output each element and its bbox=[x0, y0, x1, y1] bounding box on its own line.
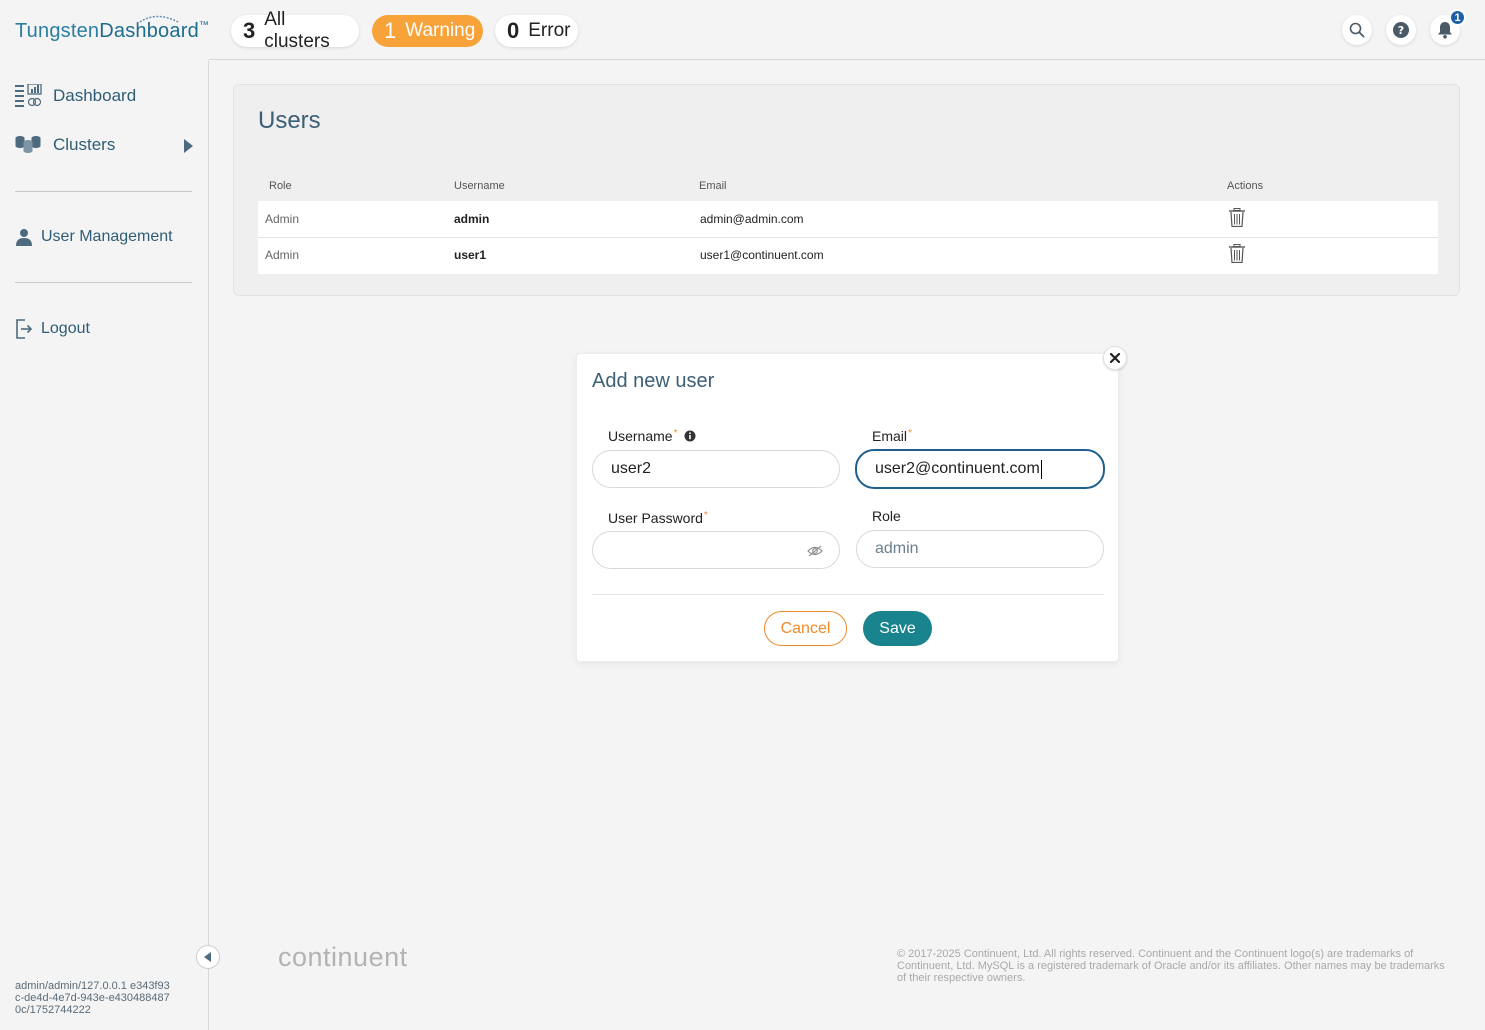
sidebar: Dashboard Clusters User Management Logou… bbox=[0, 60, 209, 1030]
error-label: Error bbox=[528, 20, 571, 41]
password-field[interactable] bbox=[592, 531, 840, 569]
cell-email: admin@admin.com bbox=[700, 212, 804, 226]
role-label: Role bbox=[872, 508, 901, 524]
username-value: user2 bbox=[611, 460, 652, 477]
error-filter[interactable]: 0 Error bbox=[495, 15, 578, 47]
cancel-button[interactable]: Cancel bbox=[764, 611, 847, 646]
password-label-text: User Password bbox=[608, 510, 703, 526]
cell-role: Admin bbox=[265, 248, 300, 262]
all-clusters-label: All clusters bbox=[264, 9, 330, 52]
required-marker: * bbox=[703, 510, 708, 521]
notification-count-badge: 1 bbox=[1449, 9, 1466, 26]
warning-filter[interactable]: 1 Warning bbox=[372, 15, 483, 47]
logout-icon bbox=[16, 319, 33, 339]
save-button[interactable]: Save bbox=[863, 611, 932, 646]
table-row: Admin user1 user1@continuent.com bbox=[258, 238, 1438, 274]
session-info: admin/admin/127.0.0.1 e343f93c-de4d-4e7d… bbox=[15, 980, 170, 1016]
delete-user-icon[interactable] bbox=[1229, 208, 1245, 227]
column-header-actions: Actions bbox=[1227, 180, 1264, 192]
clusters-icon bbox=[15, 136, 41, 153]
help-icon: ? bbox=[1393, 22, 1409, 38]
top-header: TungstenDashboard™ 3 All clusters 1 Warn… bbox=[0, 0, 1485, 60]
chevron-right-icon bbox=[184, 139, 193, 153]
all-clusters-filter[interactable]: 3 All clusters bbox=[231, 9, 359, 52]
close-icon bbox=[1110, 353, 1120, 363]
help-button[interactable]: ? bbox=[1386, 15, 1416, 45]
cell-username: admin bbox=[454, 212, 490, 226]
sidebar-item-label: Clusters bbox=[53, 135, 116, 154]
sidebar-collapse-button[interactable] bbox=[196, 945, 220, 969]
column-header-email: Email bbox=[699, 180, 727, 192]
role-value: admin bbox=[875, 540, 919, 557]
sidebar-item-label: User Management bbox=[41, 228, 173, 245]
continuent-logo: continuent bbox=[278, 942, 408, 972]
sidebar-item-clusters[interactable]: Clusters bbox=[15, 134, 193, 156]
page-title: Users bbox=[258, 107, 321, 134]
logo-trademark: ™ bbox=[198, 20, 210, 31]
user-icon bbox=[16, 229, 32, 246]
logo-arc-icon bbox=[136, 15, 179, 25]
username-label-text: Username bbox=[608, 428, 673, 444]
cell-username: user1 bbox=[454, 248, 487, 262]
text-cursor bbox=[1040, 459, 1042, 479]
dialog-title: Add new user bbox=[592, 370, 715, 392]
username-label: Username* bbox=[608, 428, 696, 444]
delete-user-icon[interactable] bbox=[1229, 244, 1245, 263]
add-user-dialog: Add new user Username* user2 Email* user… bbox=[576, 346, 1127, 662]
sidebar-item-logout[interactable]: Logout bbox=[15, 319, 90, 339]
users-panel: Users Role Username Email Actions Admin … bbox=[233, 84, 1460, 296]
role-field[interactable]: admin bbox=[856, 530, 1104, 568]
svg-text:?: ? bbox=[1398, 24, 1404, 37]
cell-role: Admin bbox=[265, 212, 300, 226]
column-header-username: Username bbox=[454, 180, 505, 192]
email-label: Email* bbox=[872, 428, 912, 444]
dashboard-icon bbox=[15, 84, 42, 107]
sidebar-divider bbox=[15, 282, 192, 283]
sidebar-item-label: Dashboard bbox=[53, 86, 137, 105]
header-divider bbox=[209, 59, 1485, 60]
all-clusters-count: 3 bbox=[243, 18, 256, 43]
sidebar-divider bbox=[15, 191, 192, 192]
username-field[interactable]: user2 bbox=[592, 450, 840, 488]
search-icon bbox=[1349, 22, 1365, 38]
password-label: User Password* bbox=[608, 510, 708, 526]
warning-label: Warning bbox=[405, 20, 476, 41]
sidebar-item-label: Logout bbox=[41, 320, 90, 337]
dialog-divider bbox=[592, 594, 1104, 595]
required-marker: * bbox=[908, 428, 912, 439]
sidebar-item-user-management[interactable]: User Management bbox=[15, 228, 173, 246]
column-header-role: Role bbox=[269, 180, 292, 192]
bell-icon bbox=[1438, 22, 1452, 39]
chevron-left-icon bbox=[204, 952, 211, 962]
info-icon[interactable] bbox=[684, 430, 696, 442]
close-dialog-button[interactable] bbox=[1103, 346, 1127, 370]
sidebar-item-dashboard[interactable]: Dashboard bbox=[15, 84, 136, 108]
email-label-text: Email bbox=[872, 428, 908, 444]
warning-count: 1 bbox=[384, 18, 397, 43]
required-marker: * bbox=[673, 428, 678, 439]
eye-slash-icon[interactable] bbox=[807, 545, 823, 557]
email-field[interactable]: user2@continuent.com bbox=[855, 449, 1105, 489]
table-row: Admin admin admin@admin.com bbox=[258, 201, 1438, 237]
error-count: 0 bbox=[507, 18, 520, 43]
search-button[interactable] bbox=[1342, 15, 1372, 45]
cell-email: user1@continuent.com bbox=[700, 248, 824, 262]
email-value: user2@continuent.com bbox=[875, 460, 1040, 477]
logo-text-tungsten: Tungsten bbox=[15, 20, 100, 42]
copyright-notice: © 2017-2025 Continuent, Ltd. All rights … bbox=[897, 948, 1445, 984]
